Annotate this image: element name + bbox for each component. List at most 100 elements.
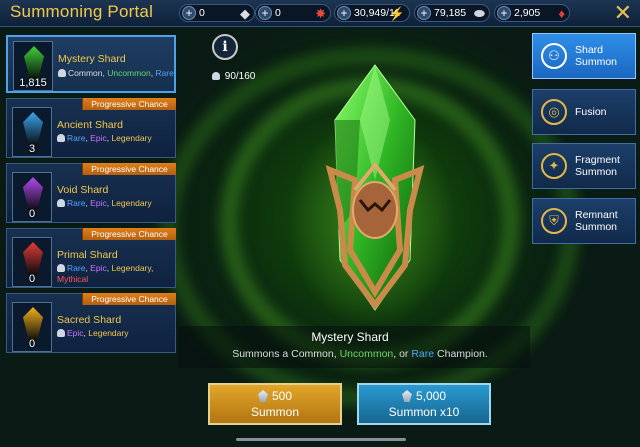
add-silver-button[interactable]: + xyxy=(417,6,431,20)
shard-rarities: Rare, Epic, Legendary xyxy=(57,198,175,209)
mystery-shard-artwork xyxy=(325,64,425,311)
silver-value: 79,185 xyxy=(434,7,467,19)
resource-ancient-shards: +0 ✸ xyxy=(255,4,331,22)
remnant-icon: ⛨ xyxy=(541,208,567,234)
top-bar: Summoning Portal ✕ +0 ◆ +0 ✸ +30,949/11 ⚡ +79,… xyxy=(0,0,640,27)
resource-silver: +79,185 ⬬ xyxy=(414,4,490,22)
shard-icon: ◆ xyxy=(240,6,250,21)
champion-icon xyxy=(57,134,65,142)
rarity-rare: Rare xyxy=(155,68,174,78)
description-text: , or xyxy=(393,348,412,360)
shard-thumbnail: 0 xyxy=(12,172,52,222)
rarity-common: Common xyxy=(68,68,103,78)
rarity-epic: Epic xyxy=(90,198,107,208)
people-icon: ⚇ xyxy=(541,43,567,69)
summon-label: Summon x10 xyxy=(388,405,460,419)
silver-coin-icon: ⬬ xyxy=(473,6,485,21)
menu-shard-summon-button[interactable]: ⚇ Shard Summon xyxy=(532,33,636,79)
summon-cost: 500 xyxy=(257,389,293,403)
shard-card-void-shard[interactable]: Progressive Chance 0 Void Shard Rare, Epic,… xyxy=(6,163,176,223)
ruby-icon: ♦ xyxy=(558,6,565,21)
helmet xyxy=(352,181,398,239)
shard-card-primal-shard[interactable]: Progressive Chance 0 Primal Shard Rare, Epi… xyxy=(6,228,176,288)
description-text: Champion. xyxy=(434,348,488,360)
rarity-legendary: Legendary xyxy=(111,133,152,143)
shard-rarities: Common, Uncommon, Rare xyxy=(58,68,176,79)
shard-gem-icon xyxy=(23,242,43,276)
champion-icon xyxy=(57,199,65,207)
fusion-icon: ◎ xyxy=(541,99,567,125)
cost-value: 500 xyxy=(271,389,293,403)
menu-fragment-summon-button[interactable]: ✦ Fragment Summon xyxy=(532,143,636,189)
capacity-value: 90/160 xyxy=(224,71,256,82)
shard-thumbnail: 0 xyxy=(12,302,52,352)
summon-x10-button[interactable]: 5,000 Summon x10 xyxy=(357,383,491,425)
champion-capacity: 90/160 xyxy=(212,71,255,82)
rarity-rare: Rare xyxy=(67,133,86,143)
rarity-legendary: Legendary xyxy=(111,263,151,273)
menu-remnant-summon-button[interactable]: ⛨ Remnant Summon xyxy=(532,198,636,244)
progressive-chance-badge: Progressive Chance xyxy=(82,228,176,240)
shard-thumbnail: 1,815 xyxy=(13,41,53,91)
shard-card-sacred-shard[interactable]: Progressive Chance 0 Sacred Shard Epic, Leg… xyxy=(6,293,176,353)
close-icon[interactable]: ✕ xyxy=(614,0,632,26)
champion-icon xyxy=(57,264,65,272)
menu-label: Fusion xyxy=(575,106,607,118)
menu-label: Shard Summon xyxy=(575,44,618,68)
shard-count: 0 xyxy=(28,273,36,285)
shard-name: Ancient Shard xyxy=(57,119,123,131)
summon-button[interactable]: 500 Summon xyxy=(208,383,342,425)
shard-card-ancient-shard[interactable]: Progressive Chance 3 Ancient Shard Rare, Ep… xyxy=(6,98,176,158)
silver-icon xyxy=(401,390,412,402)
champion-icon xyxy=(212,72,220,80)
ancient-shards-value: 0 xyxy=(275,7,281,19)
rarity-epic: Epic xyxy=(90,263,107,273)
add-ancient-shards-button[interactable]: + xyxy=(258,6,272,20)
progressive-chance-badge: Progressive Chance xyxy=(82,163,176,175)
shard-name: Primal Shard xyxy=(57,249,118,261)
rarity-uncommon: Uncommon xyxy=(107,68,151,78)
shard-name: Sacred Shard xyxy=(57,314,122,326)
shard-gem-icon xyxy=(23,177,43,211)
info-button[interactable]: i xyxy=(212,34,238,60)
shard-thumbnail: 0 xyxy=(12,237,52,287)
add-gems-button[interactable]: + xyxy=(497,6,511,20)
menu-fusion-button[interactable]: ◎ Fusion xyxy=(532,89,636,135)
cost-value: 5,000 xyxy=(415,389,447,403)
rarity-legendary: Legendary xyxy=(111,198,152,208)
menu-label: Remnant Summon xyxy=(575,209,618,233)
shard-gem-icon xyxy=(23,112,43,146)
shard-card-mystery-shard[interactable]: 1,815 Mystery Shard Common, Uncommon, Rare xyxy=(6,35,176,93)
shard-count: 0 xyxy=(28,208,36,220)
selected-shard-description: Summons a Common, Uncommon, or Rare Cham… xyxy=(10,348,640,360)
summon-label: Summon xyxy=(250,405,300,419)
add-energy-button[interactable]: + xyxy=(337,6,351,20)
shard-count: 1,815 xyxy=(19,77,47,89)
rarity-rare: Rare xyxy=(67,198,86,208)
description-text: Uncommon xyxy=(339,348,394,360)
summon-cost: 5,000 xyxy=(401,389,447,403)
champion-icon xyxy=(58,69,66,77)
lightning-icon: ⚡ xyxy=(388,6,405,21)
description-text: Summons a Common, xyxy=(232,348,340,360)
fragment-icon: ✦ xyxy=(541,153,567,179)
red-shard-icon: ✸ xyxy=(315,6,326,21)
shard-thumbnail: 3 xyxy=(12,107,52,157)
progressive-chance-badge: Progressive Chance xyxy=(82,98,176,110)
rarity-mythical: Mythical xyxy=(57,274,89,284)
page-title: Summoning Portal xyxy=(10,2,154,21)
selected-shard-title: Mystery Shard xyxy=(311,330,389,344)
rarity-epic: Epic xyxy=(90,133,107,143)
resource-energy: +30,949/11 ⚡ xyxy=(334,4,410,22)
menu-label: Fragment Summon xyxy=(575,154,620,178)
add-mystery-shards-button[interactable]: + xyxy=(182,6,196,20)
resource-mystery-shards: +0 ◆ xyxy=(179,4,255,22)
silver-icon xyxy=(257,390,268,402)
home-indicator xyxy=(236,438,406,441)
description-text: Rare xyxy=(411,348,435,360)
rarity-rare: Rare xyxy=(67,263,86,273)
shard-rarities: Rare, Epic, Legendary xyxy=(57,133,175,144)
shard-count: 3 xyxy=(28,143,36,155)
shard-name: Void Shard xyxy=(57,184,109,196)
mystery-shards-value: 0 xyxy=(199,7,205,19)
